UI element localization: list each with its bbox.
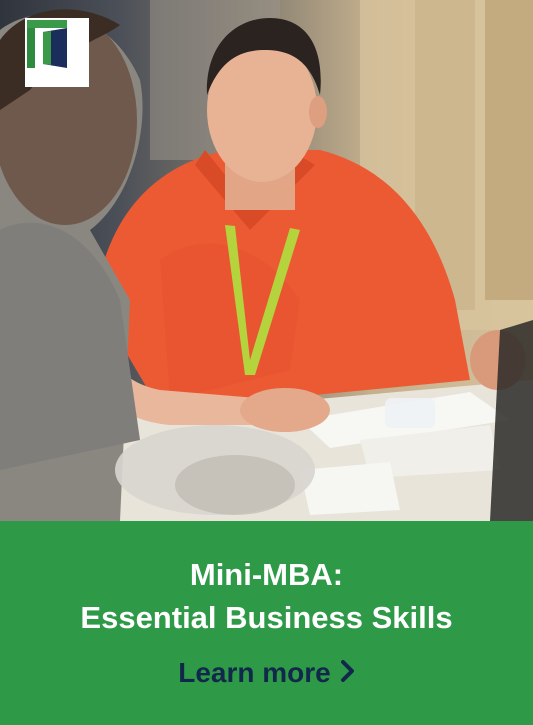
headline-line-2: Essential Business Skills <box>80 600 453 635</box>
mini-mba-ad[interactable]: Mini-MBA: Essential Business Skills Lear… <box>0 0 533 725</box>
headline-line-1: Mini-MBA: <box>189 557 344 592</box>
hero-photo <box>0 0 533 521</box>
learn-more-link[interactable]: Learn more <box>0 654 533 692</box>
brand-logo-icon <box>27 20 67 68</box>
chevron-right-icon <box>340 654 355 692</box>
ad-headline: Mini-MBA: Essential Business Skills <box>0 553 533 639</box>
brand-logo <box>25 18 89 87</box>
promo-panel: Mini-MBA: Essential Business Skills Lear… <box>0 521 533 725</box>
learn-more-label: Learn more <box>178 657 331 688</box>
